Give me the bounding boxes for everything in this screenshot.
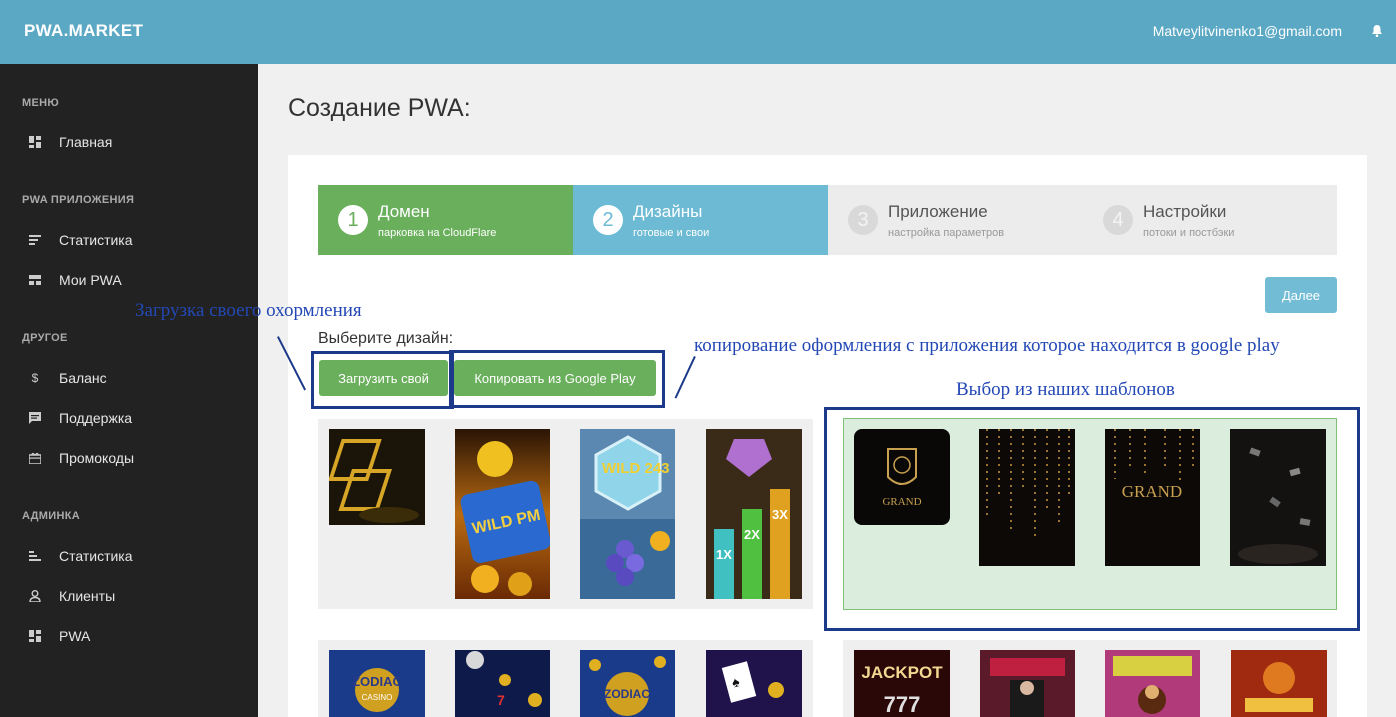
sidebar-item-label: Промокоды bbox=[59, 450, 135, 466]
step-subtitle: готовые и свои bbox=[633, 227, 710, 239]
step-title: Домен bbox=[378, 202, 430, 221]
sidebar: МЕНЮ Главная PWA ПРИЛОЖЕНИЯ Статистика М… bbox=[0, 64, 258, 717]
annotation-upload: Загрузка своего охормления bbox=[135, 300, 362, 321]
step-title: Дизайны bbox=[633, 202, 703, 221]
thumb-text: GRAND bbox=[1122, 482, 1182, 501]
sidebar-section-pwa: PWA ПРИЛОЖЕНИЯ bbox=[22, 194, 135, 206]
user-icon bbox=[28, 589, 42, 603]
annotation-templates: Выбор из наших шаблонов bbox=[956, 379, 1175, 400]
template-icon[interactable]: JACKPOT 777 bbox=[854, 650, 950, 717]
step-subtitle: настройка параметров bbox=[888, 227, 1005, 239]
thumb-text: 3X bbox=[772, 507, 788, 522]
step-number: 1 bbox=[338, 205, 368, 235]
stats-lines-icon bbox=[28, 233, 42, 247]
template-screenshot[interactable] bbox=[979, 429, 1075, 566]
svg-text:7: 7 bbox=[497, 692, 505, 708]
sidebar-item-clients[interactable]: Клиенты bbox=[0, 578, 258, 614]
cards-icon bbox=[28, 273, 42, 287]
annotation-box-upload bbox=[311, 351, 454, 409]
step-application[interactable]: 3 Приложение настройка параметров bbox=[828, 185, 1083, 255]
sidebar-item-label: Статистика bbox=[59, 232, 133, 248]
sidebar-item-promocodes[interactable]: Промокоды bbox=[0, 440, 258, 476]
thumb-text: ZODIAC bbox=[604, 687, 650, 701]
thumb-text: GRAND bbox=[882, 496, 921, 508]
thumb-text: CASINO bbox=[362, 693, 393, 702]
sidebar-item-my-pwa[interactable]: Мои PWA bbox=[0, 262, 258, 298]
step-number: 2 bbox=[593, 205, 623, 235]
step-number: 3 bbox=[848, 205, 878, 235]
chat-icon bbox=[28, 411, 42, 425]
sidebar-item-label: Клиенты bbox=[59, 588, 116, 604]
thumb-text: 2X bbox=[744, 527, 760, 542]
template-screenshot[interactable]: 7 bbox=[455, 650, 550, 717]
template-screenshot[interactable]: ZODIAC bbox=[580, 650, 675, 717]
thumb-text: ZODIAC bbox=[352, 674, 402, 689]
step-number: 4 bbox=[1103, 205, 1133, 235]
sidebar-item-support[interactable]: Поддержка bbox=[0, 400, 258, 436]
sidebar-section-admin: АДМИНКА bbox=[22, 510, 80, 522]
sidebar-item-balance[interactable]: $ Баланс bbox=[0, 360, 258, 396]
template-screenshot[interactable]: WILD PM bbox=[455, 429, 550, 599]
step-title: Приложение bbox=[888, 202, 988, 221]
sidebar-section-menu: МЕНЮ bbox=[22, 97, 59, 109]
step-settings[interactable]: 4 Настройки потоки и постбэки bbox=[1083, 185, 1337, 255]
template-group-4[interactable]: JACKPOT 777 bbox=[843, 640, 1337, 717]
sidebar-item-admin-statistics[interactable]: Статистика bbox=[0, 538, 258, 574]
template-screenshot[interactable] bbox=[1105, 650, 1200, 717]
dashboard-icon bbox=[28, 629, 42, 643]
gift-icon bbox=[28, 451, 42, 465]
step-designs[interactable]: 2 Дизайны готовые и свои bbox=[573, 185, 828, 255]
template-icon[interactable]: ZODIAC CASINO bbox=[329, 650, 425, 717]
top-bar: PWA.MARKET Matveylitvinenko1@gmail.com bbox=[0, 0, 1396, 64]
bell-icon[interactable] bbox=[1372, 24, 1382, 37]
dollar-icon: $ bbox=[31, 371, 39, 385]
sidebar-item-main[interactable]: Главная bbox=[0, 124, 258, 160]
template-screenshot[interactable] bbox=[1231, 650, 1327, 717]
user-email[interactable]: Matveylitvinenko1@gmail.com bbox=[1153, 23, 1342, 39]
sidebar-item-label: Главная bbox=[59, 134, 113, 150]
sidebar-item-label: Баланс bbox=[59, 370, 107, 386]
svg-text:777: 777 bbox=[884, 692, 921, 717]
template-group-2-selected[interactable]: GRAND GRAND bbox=[843, 418, 1337, 610]
sidebar-item-admin-pwa[interactable]: PWA bbox=[0, 618, 258, 654]
dashboard-icon bbox=[28, 135, 42, 149]
step-title: Настройки bbox=[1143, 202, 1227, 221]
page-title: Создание PWA: bbox=[288, 94, 471, 122]
thumb-text: WILD 243 bbox=[602, 460, 670, 477]
sidebar-item-label: Мои PWA bbox=[59, 272, 122, 288]
step-subtitle: парковка на CloudFlare bbox=[378, 227, 497, 239]
thumb-text: JACKPOT bbox=[861, 663, 943, 682]
sidebar-section-other: ДРУГОЕ bbox=[22, 332, 68, 344]
template-group-1[interactable]: WILD PM WILD 243 1X 2X 3X bbox=[318, 419, 813, 609]
step-domain[interactable]: 1 Домен парковка на CloudFlare bbox=[318, 185, 573, 255]
choose-design-label: Выберите дизайн: bbox=[318, 330, 454, 347]
step-subtitle: потоки и постбэки bbox=[1143, 227, 1235, 239]
sidebar-item-label: PWA bbox=[59, 628, 91, 644]
sidebar-item-statistics[interactable]: Статистика bbox=[0, 222, 258, 258]
template-screenshot[interactable]: ♠ bbox=[706, 650, 802, 717]
template-screenshot[interactable] bbox=[980, 650, 1075, 717]
bars-icon bbox=[28, 549, 42, 563]
annotation-copy: копирование оформления с приложения кото… bbox=[694, 335, 1280, 356]
brand-logo[interactable]: PWA.MARKET bbox=[24, 21, 143, 41]
template-icon[interactable]: GRAND bbox=[854, 429, 950, 525]
template-screenshot[interactable] bbox=[1230, 429, 1326, 566]
template-group-3[interactable]: ZODIAC CASINO 7 ZODIAC ♠ bbox=[318, 640, 813, 717]
template-screenshot[interactable]: GRAND bbox=[1105, 429, 1200, 566]
annotation-box-copy bbox=[449, 350, 665, 408]
sidebar-item-label: Поддержка bbox=[59, 410, 133, 426]
template-icon[interactable] bbox=[329, 429, 425, 525]
template-screenshot[interactable]: 1X 2X 3X bbox=[706, 429, 802, 599]
next-button[interactable]: Далее bbox=[1265, 277, 1337, 313]
thumb-text: 1X bbox=[716, 547, 732, 562]
sidebar-item-label: Статистика bbox=[59, 548, 133, 564]
template-screenshot[interactable]: WILD 243 bbox=[580, 429, 675, 599]
